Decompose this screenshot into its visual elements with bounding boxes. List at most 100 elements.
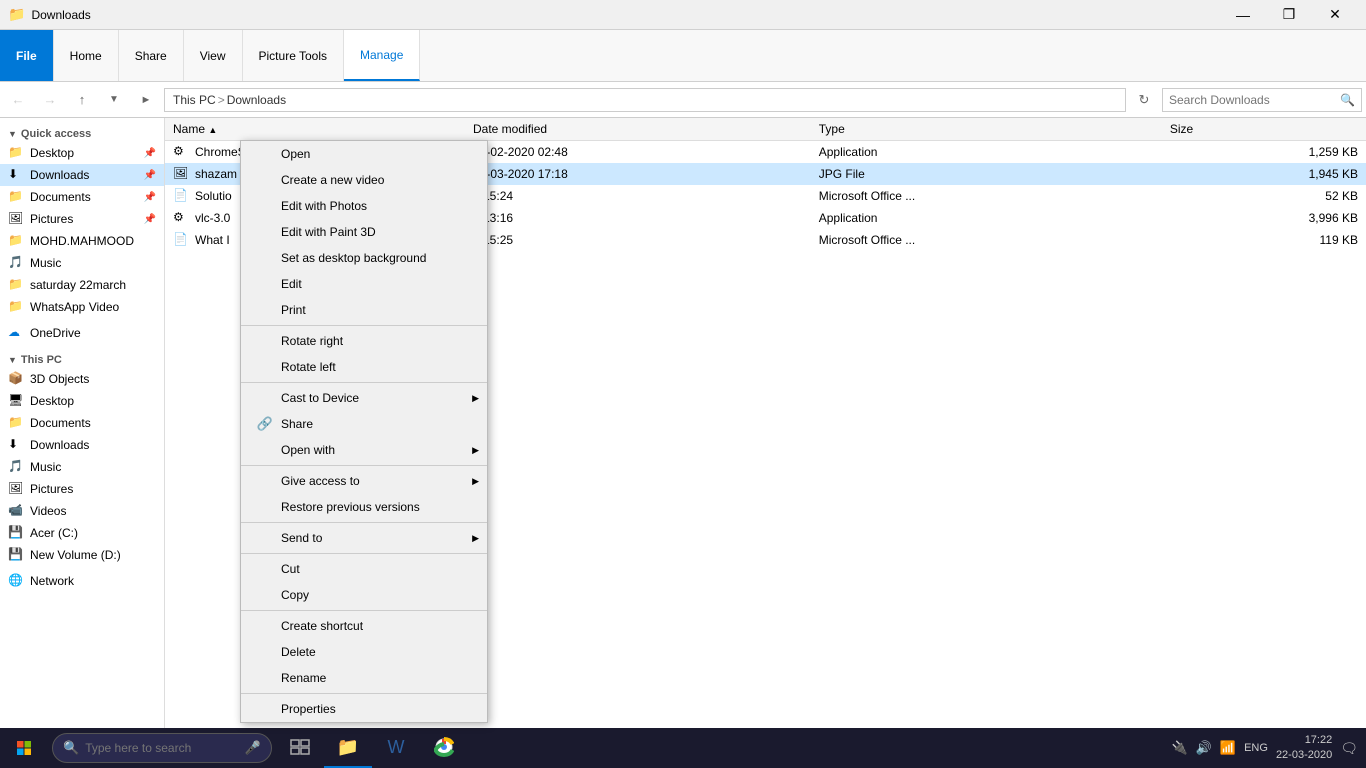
sidebar-item-downloads-quick[interactable]: ⬇ Downloads 📌 xyxy=(0,164,164,186)
taskbar-clock[interactable]: 17:22 22-03-2020 xyxy=(1276,733,1332,764)
menu-item-icon xyxy=(257,359,273,375)
context-menu-label: Cast to Device xyxy=(281,391,471,405)
expand-address-button[interactable]: ► xyxy=(132,86,160,114)
context-menu-item[interactable]: Edit with Photos xyxy=(241,193,487,219)
file-name: Solutio xyxy=(195,189,232,203)
sidebar-item-music-quick[interactable]: 🎵 Music xyxy=(0,252,164,274)
sidebar-item-music-pc[interactable]: 🎵 Music xyxy=(0,456,164,478)
context-menu-label: Open with xyxy=(281,443,471,457)
recent-locations-button[interactable]: ▼ xyxy=(100,86,128,114)
col-date[interactable]: Date modified xyxy=(465,118,811,141)
taskbar-word[interactable]: W xyxy=(372,728,420,768)
quick-access-group[interactable]: ▼ Quick access xyxy=(0,122,164,142)
tab-manage[interactable]: Manage xyxy=(344,30,420,81)
minimize-button[interactable]: — xyxy=(1220,0,1266,30)
sidebar-item-desktop-pc[interactable]: 🖥 Desktop xyxy=(0,390,164,412)
context-menu-item[interactable]: Open with xyxy=(241,437,487,463)
close-button[interactable]: ✕ xyxy=(1312,0,1358,30)
context-menu-item[interactable]: Send to xyxy=(241,525,487,551)
sidebar-item-acer[interactable]: 💾 Acer (C:) xyxy=(0,522,164,544)
taskbar-chrome[interactable] xyxy=(420,728,468,768)
file-date: 0 15:24 xyxy=(465,185,811,207)
context-menu-item[interactable]: Create shortcut xyxy=(241,613,487,639)
sidebar-item-documents-quick[interactable]: 📁 Documents 📌 xyxy=(0,186,164,208)
tab-file[interactable]: File xyxy=(0,30,54,81)
sidebar-item-pictures-pc[interactable]: 🖼 Pictures xyxy=(0,478,164,500)
context-menu-item[interactable]: Open xyxy=(241,141,487,167)
context-menu-item[interactable]: Properties xyxy=(241,696,487,722)
taskbar-file-explorer[interactable]: 📁 xyxy=(324,728,372,768)
maximize-button[interactable]: ❐ xyxy=(1266,0,1312,30)
tab-view[interactable]: View xyxy=(184,30,243,81)
sidebar-item-mohd[interactable]: 📁 MOHD.MAHMOOD xyxy=(0,230,164,252)
network-icon: 🌐 xyxy=(8,573,24,589)
col-type[interactable]: Type xyxy=(811,118,1162,141)
address-bar: ← → ↑ ▼ ► This PC > Downloads ↻ 🔍 xyxy=(0,82,1366,118)
context-menu-item[interactable]: Restore previous versions xyxy=(241,494,487,520)
search-box[interactable]: 🔍 xyxy=(1162,88,1362,112)
menu-item-icon xyxy=(257,442,273,458)
context-menu-item[interactable]: Print xyxy=(241,297,487,323)
sidebar-item-label: New Volume (D:) xyxy=(30,548,156,562)
taskbar-search-box[interactable]: 🔍 🎤 xyxy=(52,733,272,763)
menu-item-icon xyxy=(257,499,273,515)
context-menu-item[interactable]: Create a new video xyxy=(241,167,487,193)
address-path[interactable]: This PC > Downloads xyxy=(164,88,1126,112)
network-icon[interactable]: 📶 xyxy=(1220,740,1236,756)
sidebar-item-newvolume[interactable]: 💾 New Volume (D:) xyxy=(0,544,164,566)
context-menu-separator xyxy=(241,610,487,611)
table-header-row: Name ▲ Date modified Type Size xyxy=(165,118,1366,141)
onedrive-icon: ☁ xyxy=(8,325,24,341)
sidebar-item-3dobjects[interactable]: 📦 3D Objects xyxy=(0,368,164,390)
context-menu-item[interactable]: Cut xyxy=(241,556,487,582)
context-menu-separator xyxy=(241,522,487,523)
up-button[interactable]: ↑ xyxy=(68,86,96,114)
context-menu-item[interactable]: Rename xyxy=(241,665,487,691)
menu-item-icon xyxy=(257,644,273,660)
sidebar-item-videos-pc[interactable]: 📹 Videos xyxy=(0,500,164,522)
context-menu-item[interactable]: Set as desktop background xyxy=(241,245,487,271)
search-input[interactable] xyxy=(1169,93,1340,107)
volume-icon[interactable]: 🔊 xyxy=(1196,740,1212,756)
thispc-group[interactable]: ▼ This PC xyxy=(0,348,164,368)
context-menu-item[interactable]: Edit with Paint 3D xyxy=(241,219,487,245)
context-menu-item[interactable]: Rotate right xyxy=(241,328,487,354)
context-menu-item[interactable]: Edit xyxy=(241,271,487,297)
sidebar-item-network[interactable]: 🌐 Network xyxy=(0,570,164,592)
system-icons: 🔌 xyxy=(1172,740,1188,756)
notification-icon[interactable]: 🗨 xyxy=(1340,740,1358,757)
context-menu-item[interactable]: Give access to xyxy=(241,468,487,494)
forward-button[interactable]: → xyxy=(36,86,64,114)
sidebar-item-whatsapp[interactable]: 📁 WhatsApp Video xyxy=(0,296,164,318)
context-menu-item[interactable]: 🔗Share xyxy=(241,411,487,437)
tab-share[interactable]: Share xyxy=(119,30,184,81)
drive-icon: 💾 xyxy=(8,547,24,563)
col-size[interactable]: Size xyxy=(1162,118,1366,141)
sidebar-item-onedrive[interactable]: ☁ OneDrive xyxy=(0,322,164,344)
music-icon: 🎵 xyxy=(8,459,24,475)
tab-home[interactable]: Home xyxy=(54,30,119,81)
col-name[interactable]: Name ▲ xyxy=(165,118,465,141)
task-view-button[interactable] xyxy=(276,728,324,768)
path-this-pc[interactable]: This PC xyxy=(173,93,216,107)
context-menu-label: Rename xyxy=(281,671,471,685)
path-downloads[interactable]: Downloads xyxy=(227,93,286,107)
sidebar-item-desktop-quick[interactable]: 📁 Desktop 📌 xyxy=(0,142,164,164)
sidebar-item-label: Downloads xyxy=(30,438,156,452)
sidebar-item-pictures-quick[interactable]: 🖼 Pictures 📌 xyxy=(0,208,164,230)
start-button[interactable] xyxy=(0,728,48,768)
taskbar-search-input[interactable] xyxy=(85,741,239,755)
sidebar-item-saturday[interactable]: 📁 saturday 22march xyxy=(0,274,164,296)
refresh-button[interactable]: ↻ xyxy=(1130,86,1158,114)
context-menu-item[interactable]: Cast to Device xyxy=(241,385,487,411)
back-button[interactable]: ← xyxy=(4,86,32,114)
sidebar-item-downloads-pc[interactable]: ⬇ Downloads xyxy=(0,434,164,456)
folder-icon: 📁 xyxy=(8,299,24,315)
file-icon: 📄 xyxy=(173,232,189,248)
context-menu-item[interactable]: Delete xyxy=(241,639,487,665)
tab-picture-tools[interactable]: Picture Tools xyxy=(243,30,344,81)
sidebar-item-documents-pc[interactable]: 📁 Documents xyxy=(0,412,164,434)
context-menu-item[interactable]: Copy xyxy=(241,582,487,608)
file-date: 0 15:25 xyxy=(465,229,811,251)
context-menu-item[interactable]: Rotate left xyxy=(241,354,487,380)
